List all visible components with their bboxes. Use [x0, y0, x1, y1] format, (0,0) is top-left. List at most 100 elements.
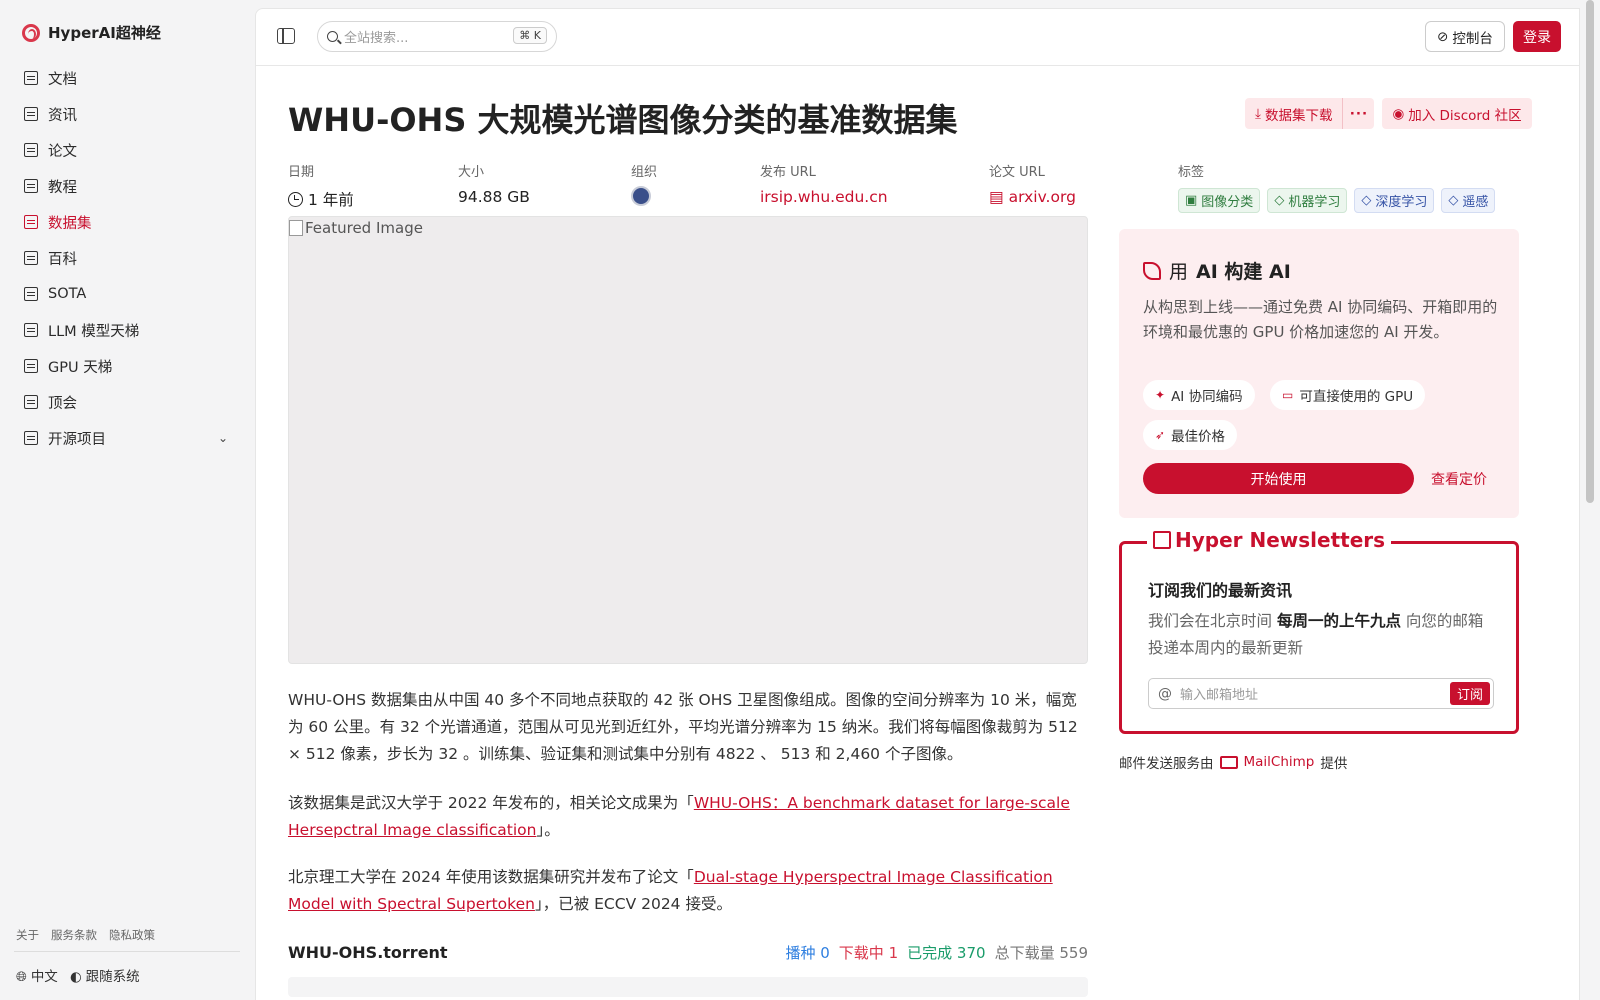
cpu-icon	[24, 323, 38, 337]
broken-image-icon	[289, 220, 303, 236]
sidebar-item-4[interactable]: 数据集	[14, 204, 242, 240]
provider-pre: 邮件发送服务由	[1119, 756, 1214, 772]
contrast-icon: ◐	[69, 969, 82, 985]
sidebar-item-label: 数据集	[48, 215, 92, 232]
discord-button[interactable]: ◉ 加入 Discord 社区	[1382, 98, 1532, 129]
release-url-label: 发布 URL	[760, 165, 816, 180]
topbar: 全站搜索... ⌘ K ⊘ 控制台 登录	[256, 9, 1579, 66]
tag-3[interactable]: ◇ 遥感	[1441, 188, 1496, 213]
privacy-link[interactable]: 隐私政策	[109, 927, 155, 943]
sparkle-icon: ✦	[1155, 388, 1166, 402]
org-logo-icon[interactable]	[631, 186, 651, 206]
console-label: 控制台	[1452, 30, 1493, 47]
server-icon: ▭	[1282, 388, 1294, 402]
total-downloads-stat: 总下载量 559	[994, 944, 1088, 962]
sidebar-item-label: 教程	[48, 179, 77, 196]
email-field[interactable]: @ 输入邮箱地址 订阅	[1148, 678, 1494, 709]
view-pricing-link[interactable]: 查看定价	[1431, 469, 1487, 489]
meta-paper-url: 论文 URL ▤ arxiv.org	[989, 161, 1076, 206]
chevron-down-icon[interactable]: ⌄	[218, 431, 228, 445]
sidebar-item-1[interactable]: 资讯	[14, 96, 242, 132]
sidebar-divider	[14, 951, 240, 952]
featured-image: Featured Image	[288, 216, 1088, 664]
terms-link[interactable]: 服务条款	[51, 927, 97, 943]
sidebar: HyperAI超神经 文档资讯论文教程数据集百科 SOTA LLM 模型天梯 GPU …	[0, 0, 255, 1000]
page-scrollbar[interactable]	[1580, 0, 1600, 1000]
tag-label: 图像分类	[1201, 195, 1254, 210]
hyperai-logo-icon	[22, 23, 40, 42]
paper-icon	[24, 143, 38, 157]
paper-url-link[interactable]: ▤ arxiv.org	[989, 188, 1076, 206]
sidebar-item-6[interactable]: SOTA	[14, 276, 242, 312]
page-title: WHU-OHS 大规模光谱图像分类的基准数据集	[288, 101, 958, 139]
search-placeholder: 全站搜索...	[344, 31, 409, 46]
sidebar-item-0[interactable]: 文档	[14, 60, 242, 96]
about-link[interactable]: 关于	[16, 927, 39, 943]
theme-switch[interactable]: ◐ 跟随系统	[70, 965, 140, 985]
sidebar-item-9[interactable]: 顶会	[14, 384, 242, 420]
release-url-link[interactable]: irsip.whu.edu.cn	[760, 188, 888, 206]
search-input[interactable]: 全站搜索... ⌘ K	[317, 21, 557, 52]
tag-0[interactable]: ▣ 图像分类	[1178, 188, 1261, 213]
meta-tags: 标签 ▣ 图像分类 ◇ 机器学习 ◇ 深度学习 ◇ 遥感	[1178, 161, 1496, 213]
wiki-icon	[24, 251, 38, 265]
torrent-name[interactable]: WHU-OHS.torrent	[288, 943, 448, 962]
start-using-button[interactable]: 开始使用	[1143, 463, 1414, 494]
monitor-icon	[24, 359, 38, 373]
tag-2[interactable]: ◇ 深度学习	[1354, 188, 1435, 213]
sidebar-footer-links: 关于 服务条款 隐私政策	[16, 927, 155, 943]
date-label: 日期	[288, 165, 315, 180]
sidebar-item-label: 论文	[48, 143, 77, 160]
discord-icon: ◉	[1392, 105, 1405, 122]
downloading-stat: 下载中 1	[838, 944, 899, 962]
login-button[interactable]: 登录	[1513, 21, 1561, 52]
language-switch[interactable]: 🌐︎ 中文	[16, 965, 58, 985]
more-options-button[interactable]: ···	[1342, 98, 1375, 129]
sidebar-toggle-icon[interactable]	[277, 28, 295, 44]
mailchimp-link[interactable]: MailChimp	[1244, 754, 1315, 770]
brand[interactable]: HyperAI超神经	[22, 22, 161, 43]
sidebar-item-10[interactable]: 开源项目 ⌄	[14, 420, 242, 456]
sidebar-item-label: GPU 天梯	[48, 359, 113, 376]
sidebar-item-label: 顶会	[48, 395, 77, 412]
scrollbar-thumb[interactable]	[1586, 0, 1594, 503]
description-paragraph-3: 北京理工大学在 2024 年使用该数据集研究并发布了论文「Dual-stage …	[288, 864, 1088, 918]
completed-stat: 已完成 370	[907, 944, 986, 962]
description-paragraph-1: WHU-OHS 数据集由从中国 40 多个不同地点获取的 42 张 OHS 卫星…	[288, 691, 1078, 763]
email-placeholder: 输入邮箱地址	[1180, 688, 1259, 703]
para3-text-post: 」，已被 ECCV 2024 接受。	[534, 895, 732, 913]
mail-provider-note: 邮件发送服务由 MailChimp 提供	[1119, 752, 1347, 772]
tag-icon: ◇	[1448, 193, 1459, 208]
sidebar-item-label: 资讯	[48, 107, 77, 124]
chip-gpu: ▭ 可直接使用的 GPU	[1270, 380, 1426, 410]
sidebar-item-2[interactable]: 论文	[14, 132, 242, 168]
discord-label: 加入 Discord 社区	[1408, 107, 1522, 124]
ai-card-title: 用 AI 构建 AI	[1143, 257, 1291, 284]
dataset-download-button[interactable]: ⤓ 数据集下载	[1245, 98, 1343, 129]
torrent-stats: 播种 0 下载中 1 已完成 370 总下载量 559	[785, 942, 1088, 963]
featured-image-alt: Featured Image	[289, 219, 423, 237]
sidebar-item-3[interactable]: 教程	[14, 168, 242, 204]
subscribe-button[interactable]: 订阅	[1449, 682, 1490, 705]
sidebar-item-label: 百科	[48, 251, 77, 268]
meta-size: 大小 94.88 GB	[458, 161, 530, 206]
ai-title-bold: AI 构建 AI	[1196, 261, 1291, 283]
dataset-actions: ⤓ 数据集下载 ··· ◉ 加入 Discord 社区	[1245, 98, 1532, 129]
console-button[interactable]: ⊘ 控制台	[1425, 21, 1505, 52]
featured-alt-text: Featured Image	[305, 219, 423, 237]
mail-icon	[1219, 755, 1238, 769]
meta-release-url: 发布 URL irsip.whu.edu.cn	[760, 161, 888, 206]
search-shortcut: ⌘ K	[513, 27, 547, 44]
sidebar-item-7[interactable]: LLM 模型天梯	[14, 312, 242, 348]
globe-icon: 🌐︎	[16, 969, 27, 985]
paper-url-value: arxiv.org	[1008, 188, 1076, 206]
tag-1[interactable]: ◇ 机器学习	[1267, 188, 1348, 213]
sidebar-item-label: 文档	[48, 71, 77, 88]
paper-icon: ▤	[989, 188, 1004, 206]
sidebar-item-5[interactable]: 百科	[14, 240, 242, 276]
sidebar-item-label: SOTA	[48, 286, 87, 302]
tag-label: 机器学习	[1288, 195, 1341, 210]
newsletter-subtitle: 订阅我们的最新资讯	[1148, 581, 1293, 600]
date-value: 1 年前	[308, 191, 354, 209]
sidebar-item-8[interactable]: GPU 天梯	[14, 348, 242, 384]
